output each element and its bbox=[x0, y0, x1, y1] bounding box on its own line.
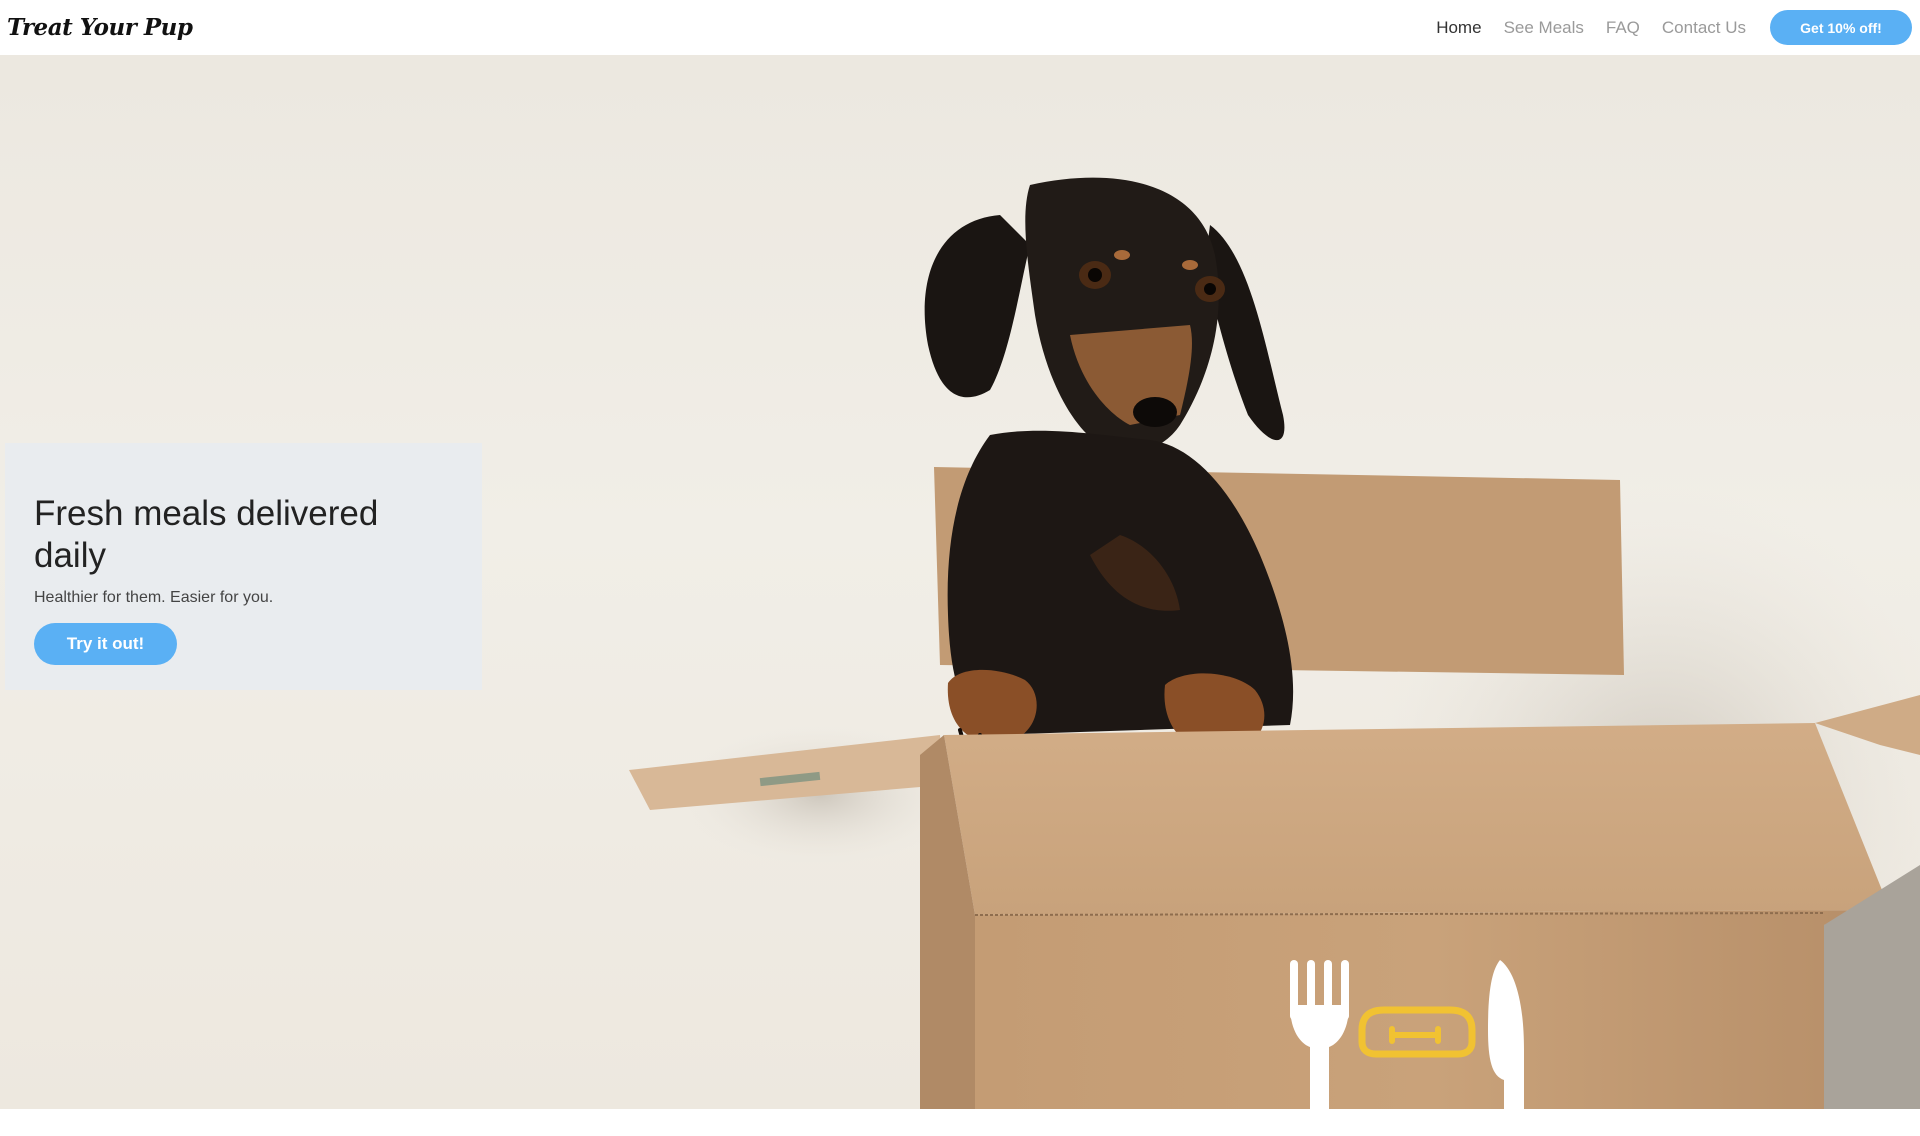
hero-section: Fresh meals delivered daily Healthier fo… bbox=[0, 55, 1920, 1109]
brand-logo[interactable]: Treat Your Pup bbox=[7, 14, 193, 41]
nav-link-see-meals[interactable]: See Meals bbox=[1504, 18, 1584, 38]
try-it-out-button[interactable]: Try it out! bbox=[34, 623, 177, 665]
nav-links: Home See Meals FAQ Contact Us Get 10% of… bbox=[1436, 10, 1912, 45]
box-front-lid bbox=[944, 723, 1890, 915]
nav-link-contact-us[interactable]: Contact Us bbox=[1662, 18, 1746, 38]
hero-subtitle: Healthier for them. Easier for you. bbox=[34, 589, 274, 606]
get-discount-button[interactable]: Get 10% off! bbox=[1770, 10, 1912, 45]
top-navbar: Treat Your Pup Home See Meals FAQ Contac… bbox=[0, 0, 1920, 55]
hero-title: Fresh meals delivered daily bbox=[34, 494, 379, 575]
hero-card: Fresh meals delivered daily Healthier fo… bbox=[5, 443, 482, 690]
nav-link-faq[interactable]: FAQ bbox=[1606, 18, 1640, 38]
page-bottom-whitespace bbox=[0, 1109, 1920, 1136]
dachshund bbox=[924, 177, 1294, 765]
nav-link-home[interactable]: Home bbox=[1436, 18, 1481, 38]
